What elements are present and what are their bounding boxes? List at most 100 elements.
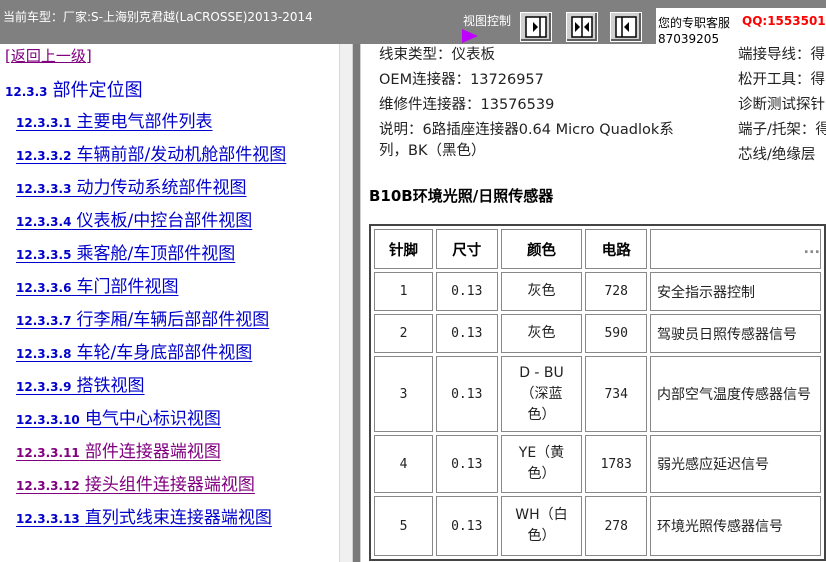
toc-number: 12.3.3.8	[16, 347, 72, 361]
toc-link[interactable]: 12.3.3.8 车轮/车身底部部件视图	[16, 338, 252, 363]
toc-label: 仪表板/中控台部件视图	[76, 211, 253, 231]
play-arrow-icon[interactable]	[462, 29, 478, 43]
pin-cell: 4	[374, 435, 433, 493]
toc-link[interactable]: 12.3.3.12 接头组件连接器端视图	[16, 470, 255, 495]
panel-split-icon	[571, 16, 593, 38]
function-cell: 安全指示器控制	[650, 272, 821, 311]
function-cell: 驾驶员日照传感器信号	[650, 314, 821, 353]
table-row: 4 0.13 YE（黄 色） 1783 弱光感应延迟信号	[374, 435, 821, 493]
terminal-tray-text: 端子/托架：得	[738, 122, 826, 138]
function-cell: 内部空气温度传感器信号	[650, 356, 821, 432]
circuit-cell: 728	[585, 272, 648, 311]
function-cell: 弱光感应延迟信号	[650, 435, 821, 493]
color-cell: 灰色	[500, 314, 583, 353]
current-vehicle-label: 当前车型：厂家:S-上海别克君越(LaCROSSE)2013-2014	[3, 10, 313, 24]
panel-right-icon	[525, 16, 547, 38]
toc-number: 12.3.3.12	[16, 479, 80, 493]
toc-label: 车辆前部/发动机舱部件视图	[76, 145, 287, 165]
pin-table: 针脚 尺寸 颜色 电路 ... 1 0.13 灰色 728 安全指示器控制 2 0.13 灰色…	[369, 224, 826, 561]
toc-number: 12.3.3.7	[16, 314, 72, 328]
color-cell: D - BU （深蓝 色）	[500, 356, 583, 432]
toc-link[interactable]: 12.3.3.13 直列式线束连接器端视图	[16, 503, 272, 528]
view-control-label: 视图控制	[463, 14, 512, 28]
view-split-button[interactable]	[566, 12, 598, 42]
toc-link[interactable]: 12.3.3.2 车辆前部/发动机舱部件视图	[16, 140, 286, 165]
toc-label: 乘客舱/车顶部件视图	[76, 244, 236, 264]
header-size: 尺寸	[435, 229, 498, 269]
circuit-cell: 590	[585, 314, 648, 353]
toc-number: 12.3.3.5	[16, 248, 72, 262]
test-probe-text: 诊断测试探针	[738, 97, 825, 113]
toc-number: 12.3.3.6	[16, 281, 72, 295]
toc-number: 12.3.3.3	[16, 182, 72, 196]
content-pane: 线束类型：仪表板 OEM连接器：13726957 维修件连接器：13576539…	[361, 44, 826, 562]
customer-service-box: 您的专职客服 QQ:155350138 87039205	[656, 8, 826, 44]
toc-label: 部件连接器端视图	[84, 442, 221, 462]
service-connector-text: 维修件连接器：13576539	[379, 97, 555, 113]
section-title: 12.3.3 部件定位图	[5, 76, 143, 102]
pin-cell: 5	[374, 496, 433, 556]
header-function: ...	[650, 229, 821, 269]
toc-number: 12.3.3.2	[16, 149, 72, 163]
left-pane-scrollbar[interactable]	[339, 44, 353, 562]
harness-type-text: 线束类型：仪表板	[379, 47, 495, 63]
toc-link[interactable]: 12.3.3.7 行李厢/车辆后部部件视图	[16, 305, 269, 330]
core-insulation-text: 芯线/绝缘层	[738, 147, 816, 163]
toc-label: 车轮/车身底部部件视图	[76, 343, 253, 363]
color-cell: YE（黄 色）	[500, 435, 583, 493]
toc-label: 直列式线束连接器端视图	[84, 508, 272, 528]
toc-number: 12.3.3.1	[16, 116, 72, 130]
toc-number: 12.3.3.11	[16, 446, 80, 460]
header-color: 颜色	[500, 229, 583, 269]
component-title: B10B环境光照/日照传感器	[369, 187, 554, 205]
pin-cell: 1	[374, 272, 433, 311]
toc-link[interactable]: 12.3.3.5 乘客舱/车顶部件视图	[16, 239, 235, 264]
function-cell: 环境光照传感器信号	[650, 496, 821, 556]
toc-number: 12.3.3.10	[16, 413, 80, 427]
toc-label: 动力传动系统部件视图	[76, 178, 247, 198]
toc-number: 12.3.3.13	[16, 512, 80, 526]
view-right-button[interactable]	[520, 12, 552, 42]
circuit-cell: 734	[585, 356, 648, 432]
table-row: 5 0.13 WH（白 色） 278 环境光照传感器信号	[374, 496, 821, 556]
toc-link[interactable]: 12.3.3.10 电气中心标识视图	[16, 404, 221, 429]
size-cell: 0.13	[435, 496, 498, 556]
description-text-cont: 列，BK（黑色）	[379, 143, 486, 159]
toc-link[interactable]: 12.3.3.4 仪表板/中控台部件视图	[16, 206, 252, 231]
view-left-button[interactable]	[610, 12, 642, 42]
toc-label: 主要电气部件列表	[76, 112, 213, 132]
toc-link[interactable]: 12.3.3.6 车门部件视图	[16, 272, 179, 297]
toc-link[interactable]: 12.3.3.11 部件连接器端视图	[16, 437, 221, 462]
terminal-wire-text: 端接导线：得	[738, 47, 825, 63]
table-row: 1 0.13 灰色 728 安全指示器控制	[374, 272, 821, 311]
section-number: 12.3.3	[5, 85, 48, 99]
toc-link[interactable]: 12.3.3.3 动力传动系统部件视图	[16, 173, 247, 198]
size-cell: 0.13	[435, 272, 498, 311]
size-cell: 0.13	[435, 314, 498, 353]
toc-link[interactable]: 12.3.3.1 主要电气部件列表	[16, 107, 213, 132]
back-link[interactable]: [返回上一级]	[5, 45, 92, 66]
size-cell: 0.13	[435, 356, 498, 432]
pane-splitter[interactable]	[352, 44, 361, 562]
pin-cell: 2	[374, 314, 433, 353]
pin-cell: 3	[374, 356, 433, 432]
toc-label: 电气中心标识视图	[84, 409, 221, 429]
top-bar: 当前车型：厂家:S-上海别克君越(LaCROSSE)2013-2014 视图控制…	[0, 0, 826, 44]
oem-connector-text: OEM连接器：13726957	[379, 72, 544, 88]
header-circuit: 电路	[585, 229, 648, 269]
qq-contact-link[interactable]: QQ:155350138	[742, 14, 826, 28]
size-cell: 0.13	[435, 435, 498, 493]
circuit-cell: 1783	[585, 435, 648, 493]
color-cell: 灰色	[500, 272, 583, 311]
toc-link[interactable]: 12.3.3.9 搭铁视图	[16, 371, 145, 396]
header-pin: 针脚	[374, 229, 433, 269]
toc-label: 接头组件连接器端视图	[84, 475, 255, 495]
panel-left-icon	[615, 16, 637, 38]
left-nav-pane: [返回上一级] 12.3.3 部件定位图 12.3.3.1 主要电气部件列表 12…	[0, 44, 352, 562]
toc-label: 车门部件视图	[76, 277, 179, 297]
table-header-row: 针脚 尺寸 颜色 电路 ...	[374, 229, 821, 269]
table-row: 2 0.13 灰色 590 驾驶员日照传感器信号	[374, 314, 821, 353]
toc-number: 12.3.3.4	[16, 215, 72, 229]
service-label: 您的专职客服	[658, 16, 731, 30]
section-label: 部件定位图	[52, 80, 143, 101]
